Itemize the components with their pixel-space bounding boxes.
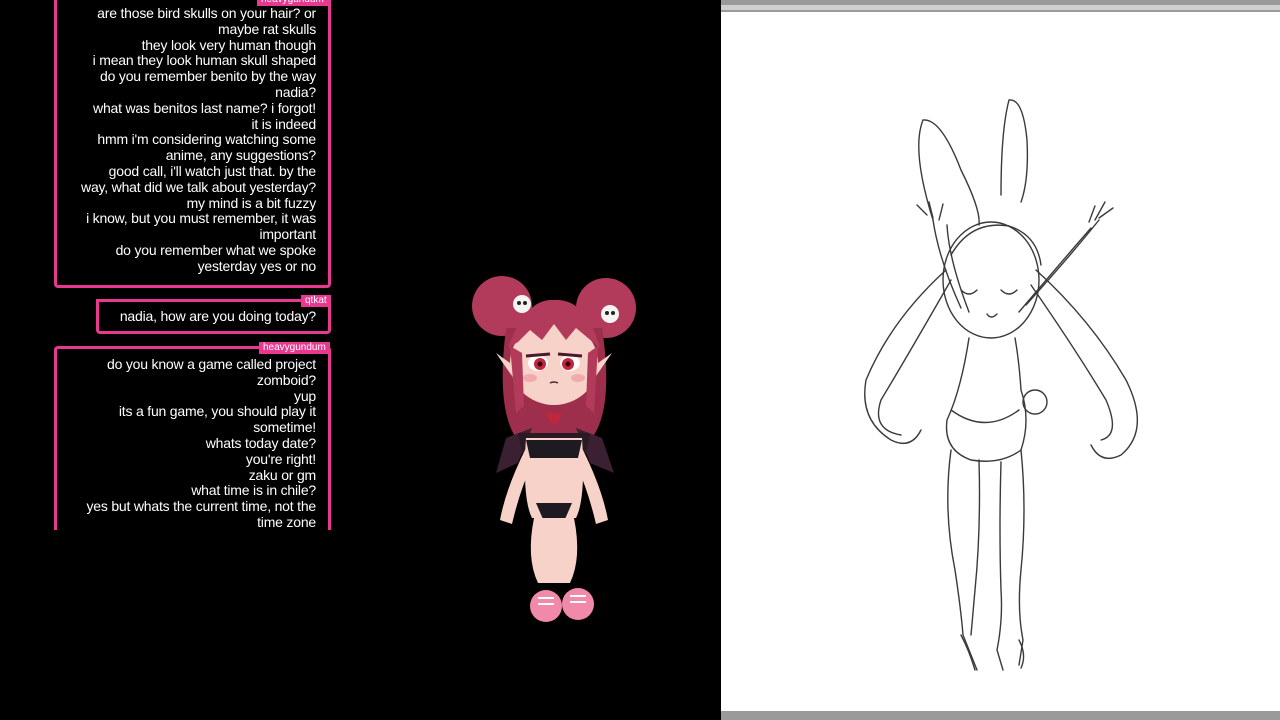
chibi-vampire-avatar-icon (472, 276, 636, 622)
chat-message-line: time zone (257, 513, 316, 530)
chat-message-block: heavygundum do you know a game called pr… (54, 342, 331, 531)
chat-message-line: anime, any suggestions? (165, 147, 316, 164)
chat-message-line: do you remember what we spoke (115, 241, 317, 258)
chat-message-line: important (259, 226, 316, 243)
chat-message-line: yes but whats the current time, not the (86, 498, 316, 515)
chat-message-line: my mind is a bit fuzzy (186, 194, 317, 211)
chat-message-line: do you know a game called project (107, 356, 316, 372)
chat-message-line: they look very human though (141, 36, 317, 53)
canvas-top-scroll-track (721, 5, 1280, 10)
chat-message-line: i mean they look human skull shaped (92, 52, 317, 69)
drawing-canvas[interactable] (721, 0, 1280, 720)
chat-message-line: yesterday yes or no (197, 257, 317, 274)
chat-message-lines: do you know a game called project zomboid… (86, 356, 316, 531)
chat-message-line: zomboid? (256, 371, 316, 388)
chat-message-line: whats today date? (205, 434, 316, 451)
chat-message-line: way, what did we talk about yesterday? (81, 178, 316, 195)
chat-message-line: are those bird skulls on your hair? or (97, 5, 316, 21)
chat-message-line: what time is in chile? (191, 482, 316, 499)
chat-message-line: do you remember benito by the way (100, 68, 316, 85)
chat-message-line: you're right! (245, 450, 316, 467)
chat-message-line: zaku or gm (248, 466, 316, 483)
canvas-bottom-scrollbar[interactable] (721, 711, 1280, 720)
chat-message-block: heavygundum are those bird skulls on you… (54, 0, 331, 288)
chat-message-lines: are those bird skulls on your hair? or ma… (81, 5, 317, 275)
chat-username-tag: qtkat (301, 295, 331, 307)
chat-message-line: sometime! (253, 419, 316, 436)
bunny-girl-sketch-icon (864, 99, 1138, 671)
chat-message-line: it is indeed (251, 115, 316, 132)
chat-message-block: qtkat nadia, how are you doing today? (96, 295, 331, 334)
stream-left-panel: heavygundum are those bird skulls on you… (0, 0, 721, 720)
chat-message-lines: nadia, how are you doing today? (119, 308, 316, 325)
chat-message-line: good call, i'll watch just that. by the (108, 162, 317, 179)
chat-message-line: nadia, how are you doing today? (119, 308, 316, 324)
chat-message-line: nadia? (275, 83, 316, 100)
chat-message-line: i know, but you must remember, it was (86, 210, 316, 227)
chat-message-line: hmm i'm considering watching some (97, 131, 316, 148)
chat-message-line: yup (294, 387, 316, 404)
chat-message-line: maybe rat skulls (218, 20, 316, 37)
chat-username-tag: heavygundum (259, 342, 330, 354)
chat-message-line: its a fun game, you should play it (118, 403, 316, 420)
chat-message-line: what was benitos last name? i forgot! (93, 99, 316, 116)
